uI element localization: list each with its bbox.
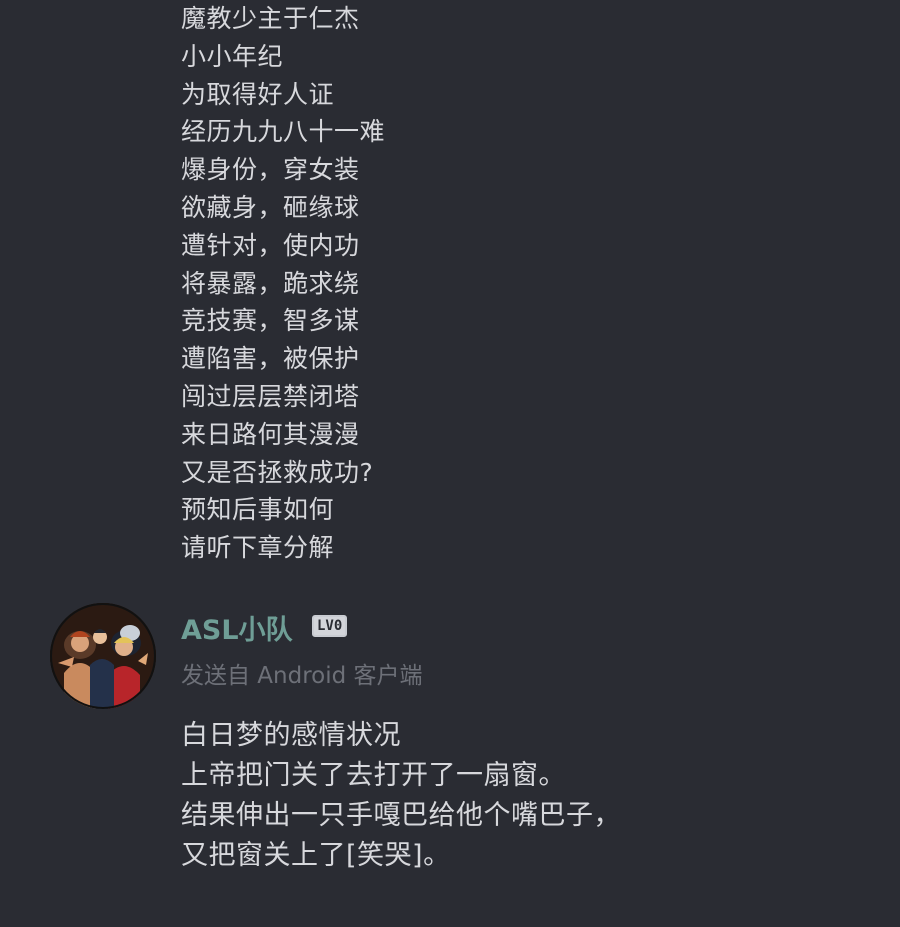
post-body: 魔教少主于仁杰 小小年纪 为取得好人证 经历九九八十一难 爆身份，穿女装 欲藏身… <box>181 0 861 567</box>
reply-line: 白日梦的感情状况 <box>181 720 401 751</box>
post-line: 闯过层层禁闭塔 <box>181 381 360 411</box>
reply-content: 白日梦的感情状况 上帝把门关了去打开了一扇窗。 结果伸出一只手嘎巴给他个嘴巴子，… <box>181 716 621 876</box>
post-line: 遭陷害，被保护 <box>181 344 360 374</box>
reply-line: 上帝把门关了去打开了一扇窗。 <box>181 760 566 791</box>
post-line: 来日路何其漫漫 <box>181 419 360 449</box>
post-line: 小小年纪 <box>181 41 284 71</box>
post-line: 爆身份，穿女装 <box>181 155 360 185</box>
post-line: 遭针对，使内功 <box>181 230 360 260</box>
username[interactable]: ASL小队 <box>181 608 293 647</box>
post-line: 欲藏身，砸缘球 <box>181 192 360 222</box>
post-line: 经历九九八十一难 <box>181 117 386 147</box>
post-line: 又是否拯救成功? <box>181 457 374 487</box>
post-line: 预知后事如何 <box>181 495 335 525</box>
post-line: 魔教少主于仁杰 <box>181 4 360 33</box>
post-line: 为取得好人证 <box>181 79 335 109</box>
post-line: 请听下章分解 <box>181 533 335 563</box>
reply-line: 又把窗关上了[笑哭]。 <box>181 840 451 871</box>
client-source: 发送自 Android 客户端 <box>181 663 423 689</box>
avatar[interactable] <box>50 603 156 709</box>
avatar-image <box>50 603 156 709</box>
level-badge: LV0 <box>312 615 348 637</box>
post-line: 竞技赛，智多谋 <box>181 306 360 336</box>
post-line: 将暴露，跪求绕 <box>181 268 360 298</box>
reply-line: 结果伸出一只手嘎巴给他个嘴巴子， <box>181 800 621 831</box>
